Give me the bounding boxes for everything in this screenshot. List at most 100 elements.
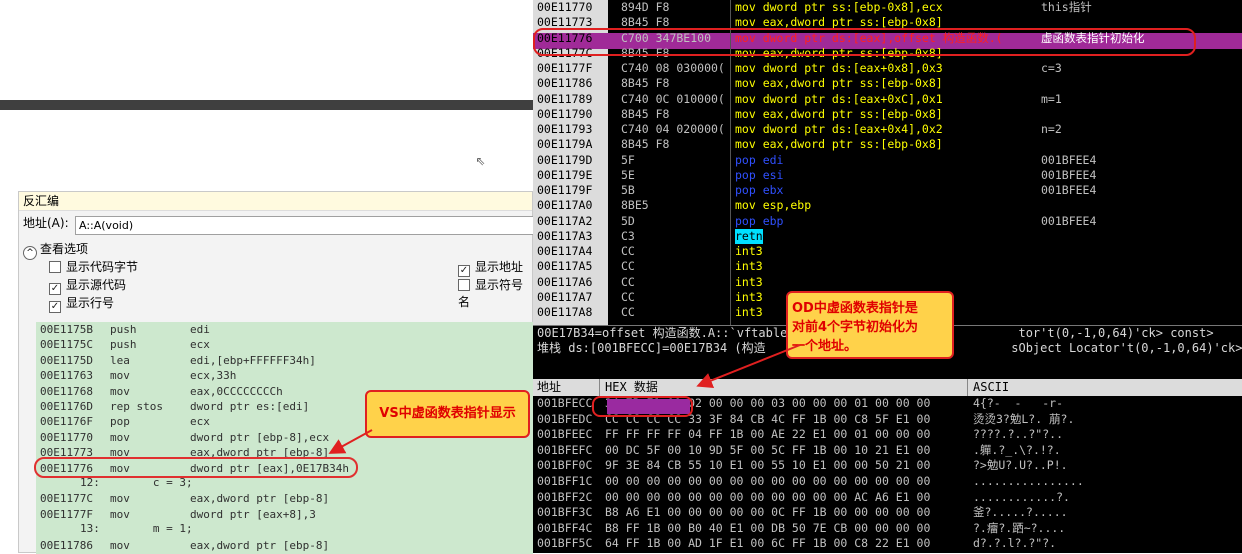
od-row[interactable]: 00E11789 C740 0C 010000(mov dword ptr ds:… xyxy=(533,92,1242,107)
dump-address: 001BFF5C xyxy=(537,536,593,551)
dump-address: 001BFEFC xyxy=(537,442,593,457)
option-show-address[interactable]: ✓ 显示地址 xyxy=(458,258,523,277)
dump-highlight-outline xyxy=(592,396,693,417)
od-disasm: mov eax,dword ptr ss:[ebp-0x8] xyxy=(735,137,943,152)
dump-header-address: 地址 xyxy=(537,380,562,394)
od-disasm: mov eax,dword ptr ss:[ebp-0x8] xyxy=(735,106,943,121)
od-disasm: mov dword ptr ds:[eax+0x4],0x2 xyxy=(735,122,943,136)
od-address: 00E1179F xyxy=(537,183,593,197)
blank-area-middle xyxy=(0,110,533,190)
dump-ascii: ?>勉U?.U?..P!. xyxy=(973,458,1068,473)
dump-header-ascii: ASCII xyxy=(973,380,1010,394)
option-label: 显示地址 xyxy=(475,260,524,274)
dump-ascii: 釜?.....?..... xyxy=(973,505,1068,520)
address-input[interactable]: A::A(void) xyxy=(75,216,535,235)
od-hex: CC xyxy=(621,259,635,274)
separator-band xyxy=(0,100,533,110)
dump-row[interactable]: 001BFEFC 00 DC 5F 00 10 9D 5F 00 5C FF 1B… xyxy=(533,443,1242,458)
od-disasm: int3 xyxy=(735,274,763,289)
dump-header: 地址 HEX 数据 ASCII xyxy=(533,379,1242,396)
callout-od-line: 一个地址。 xyxy=(792,339,858,354)
od-row[interactable]: 00E117A6 CC int3 xyxy=(533,275,1242,290)
od-row[interactable]: 00E1179E 5E pop esi 001BFEE4 xyxy=(533,168,1242,183)
od-row[interactable]: 00E117A2 5D pop ebp 001BFEE4 xyxy=(533,214,1242,229)
od-disasm: retn xyxy=(735,228,763,244)
od-row[interactable]: 00E1179A 8B45 F8 mov eax,dword ptr ss:[ebp… xyxy=(533,137,1242,152)
od-address: 00E1179E xyxy=(537,167,593,182)
option-show-symbol-names[interactable]: 显示符号名 xyxy=(458,276,532,310)
od-hex: 5D xyxy=(621,213,635,228)
dump-address: 001BFF3C xyxy=(537,505,593,520)
od-disasm: pop ebx xyxy=(735,183,784,197)
od-row[interactable]: 00E1177F C740 08 030000(mov dword ptr ds:… xyxy=(533,61,1242,76)
od-address: 00E117A0 xyxy=(537,198,593,213)
dump-row[interactable]: 001BFF1C 00 00 00 00 00 00 00 00 00 00 00… xyxy=(533,474,1242,489)
dump-address: 001BFF2C xyxy=(537,489,593,504)
dump-hex: 9F 3E 84 CB 55 10 E1 00 55 10 E1 00 00 5… xyxy=(605,458,931,473)
dump-hex: B8 FF 1B 00 B0 40 E1 00 DB 50 7E CB 00 0… xyxy=(605,520,931,535)
od-row[interactable]: 00E117A4 CC int3 xyxy=(533,244,1242,259)
od-disasm: pop ebp xyxy=(735,213,784,228)
od-row[interactable]: 00E117A3 C3 retn xyxy=(533,228,1242,244)
od-disasm: mov dword ptr ss:[ebp-0x8],ecx xyxy=(735,0,943,14)
dump-ascii: 烫烫3?勉L?. 萠?. xyxy=(973,411,1075,426)
od-row[interactable]: 00E11770 894D F8 mov dword ptr ss:[ebp-0x8… xyxy=(533,0,1242,15)
od-address: 00E117A6 xyxy=(537,274,593,289)
od-address: 00E1179A xyxy=(537,137,593,152)
callout-od: OD中虚函数表指针是 对前4个字节初始化为 一个地址。 xyxy=(786,291,954,359)
od-address: 00E11789 xyxy=(537,91,593,106)
od-address: 00E1177F xyxy=(537,61,593,75)
od-disasm: int3 xyxy=(735,289,763,304)
od-row[interactable]: 00E117A5 CC int3 xyxy=(533,259,1242,274)
od-comment: 001BFEE4 xyxy=(1041,213,1097,228)
dump-address: 001BFF4C xyxy=(537,520,593,535)
od-address: 00E11793 xyxy=(537,122,593,136)
blank-area-top xyxy=(0,0,533,100)
callout-od-line: OD中虚函数表指针是 xyxy=(792,301,918,316)
dump-row[interactable]: 001BFF0C 9F 3E 84 CB 55 10 E1 00 55 10 E1… xyxy=(533,458,1242,473)
od-highlight-outline xyxy=(533,28,1196,56)
option-label: 显示源代码 xyxy=(66,278,127,292)
od-address: 00E117A2 xyxy=(537,213,593,228)
dump-ascii: .軃.?_.\?.!?. xyxy=(973,442,1061,457)
dump-address: 001BFEDC xyxy=(537,411,593,426)
od-row[interactable]: 00E1179D 5F pop edi 001BFEE4 xyxy=(533,153,1242,168)
od-hex: CC xyxy=(621,274,635,289)
dump-hex: 00 DC 5F 00 10 9D 5F 00 5C FF 1B 00 10 2… xyxy=(605,442,931,457)
dump-ascii: 4{?- - -r- xyxy=(973,396,1077,410)
dump-hex: 00 00 00 00 00 00 00 00 00 00 00 00 00 0… xyxy=(605,474,931,488)
od-comment: 001BFEE4 xyxy=(1041,167,1097,182)
dump-row[interactable]: 001BFEEC FF FF FF FF 04 FF 1B 00 AE 22 E1… xyxy=(533,427,1242,442)
od-hex: 5E xyxy=(621,167,635,182)
od-comment: 001BFEE4 xyxy=(1041,183,1097,197)
od-hex: CC xyxy=(621,305,635,319)
dump-hex: 00 00 00 00 00 00 00 00 00 00 00 00 AC A… xyxy=(605,489,931,504)
od-address: 00E11790 xyxy=(537,106,593,121)
od-row[interactable]: 00E117A0 8BE5 mov esp,ebp xyxy=(533,198,1242,213)
od-disasm: int3 xyxy=(735,259,763,274)
dump-row[interactable]: 001BFF2C 00 00 00 00 00 00 00 00 00 00 00… xyxy=(533,490,1242,505)
dump-row[interactable]: 001BFF4C B8 FF 1B 00 B0 40 E1 00 DB 50 7E… xyxy=(533,521,1242,536)
vs-disassembly-window: 反汇编 地址(A): A::A(void) ^ 查看选项 显示代码字节 ✓ 显示源代… xyxy=(18,191,535,554)
view-options-toggle[interactable]: ^ 查看选项 xyxy=(23,240,88,260)
option-show-code-bytes[interactable]: 显示代码字节 xyxy=(49,258,138,275)
od-disasm: mov esp,ebp xyxy=(735,198,812,213)
option-show-source[interactable]: ✓ 显示源代码 xyxy=(49,276,126,295)
od-row[interactable]: 00E1179F 5B pop ebx 001BFEE4 xyxy=(533,183,1242,198)
dump-header-hex: HEX 数据 xyxy=(605,380,658,394)
dump-address: 001BFECC xyxy=(537,396,593,410)
od-hex: 8BE5 xyxy=(621,198,649,213)
dump-address: 001BFF1C xyxy=(537,474,593,488)
od-hex: 8B45 F8 xyxy=(621,106,670,121)
od-comment: n=2 xyxy=(1041,122,1062,136)
od-disasm: int3 xyxy=(735,305,763,319)
option-show-line-numbers[interactable]: ✓ 显示行号 xyxy=(49,294,114,313)
od-comment: m=1 xyxy=(1041,91,1062,106)
dump-row[interactable]: 001BFF3C B8 A6 E1 00 00 00 00 00 0C FF 1B… xyxy=(533,505,1242,520)
od-row[interactable]: 00E11790 8B45 F8 mov eax,dword ptr ss:[ebp… xyxy=(533,107,1242,122)
od-row[interactable]: 00E11786 8B45 F8 mov eax,dword ptr ss:[ebp… xyxy=(533,76,1242,91)
dump-address: 001BFF0C xyxy=(537,458,593,473)
od-row[interactable]: 00E11793 C740 04 020000(mov dword ptr ds:… xyxy=(533,122,1242,137)
disassembly-code-area[interactable]: 00E1175B push edi 00E1175C push ecx 00E1175D… xyxy=(36,322,533,554)
dump-row[interactable]: 001BFF5C 64 FF 1B 00 AD 1F E1 00 6C FF 1B… xyxy=(533,536,1242,551)
